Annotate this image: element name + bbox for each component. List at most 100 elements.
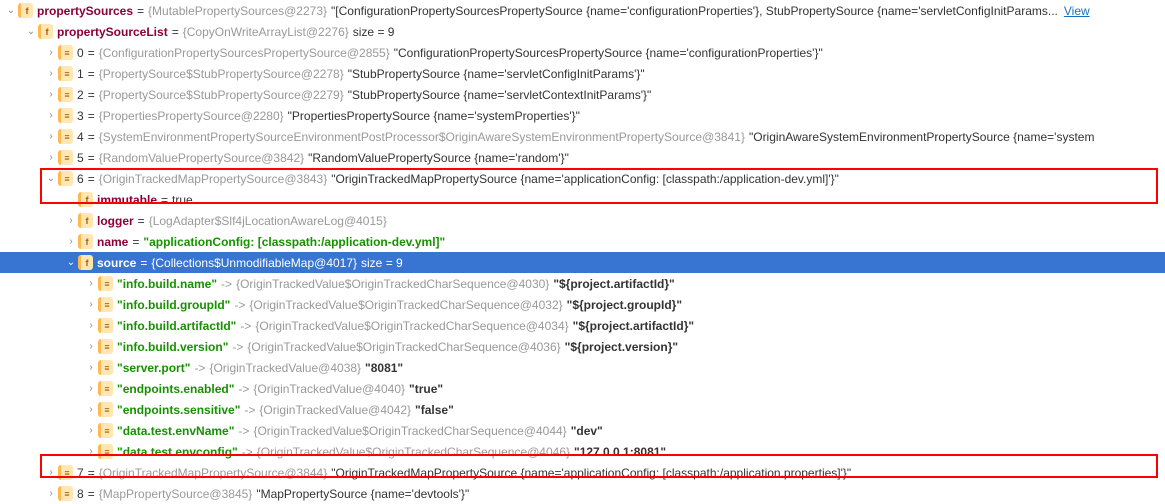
array-item-icon: ≡	[58, 108, 73, 123]
map-entry[interactable]: ›≡"data.test.envName"->{OriginTrackedVal…	[0, 420, 1165, 441]
map-entry[interactable]: ›≡"endpoints.sensitive"->{OriginTrackedV…	[0, 399, 1165, 420]
field-icon: f	[78, 213, 93, 228]
field-icon: f	[18, 3, 33, 18]
entry-key: "endpoints.enabled"	[117, 382, 234, 396]
size-text: size = 9	[353, 25, 395, 39]
array-item-icon: ≡	[58, 45, 73, 60]
chevron-down-icon[interactable]: ⌄	[24, 26, 38, 37]
value-text: "PropertiesPropertySource {name='systemP…	[288, 109, 580, 123]
object-hash: {OriginTrackedValue$OriginTrackedCharSeq…	[249, 298, 562, 312]
map-entry[interactable]: ›≡"endpoints.enabled"->{OriginTrackedVal…	[0, 378, 1165, 399]
object-hash: {OriginTrackedValue$OriginTrackedCharSeq…	[247, 340, 560, 354]
var-name: immutable	[97, 193, 157, 207]
chevron-down-icon[interactable]: ⌄	[64, 257, 78, 268]
node-source-selected[interactable]: ⌄ f source = {Collections$UnmodifiableMa…	[0, 252, 1165, 273]
chevron-right-icon[interactable]: ›	[64, 215, 78, 226]
map-entry[interactable]: ›≡"data.test.envconfig"->{OriginTrackedV…	[0, 441, 1165, 462]
chevron-right-icon[interactable]: ›	[84, 425, 98, 436]
entry-key: "info.build.groupId"	[117, 298, 230, 312]
chevron-right-icon[interactable]: ›	[44, 89, 58, 100]
array-item-icon: ≡	[58, 171, 73, 186]
node-item-5[interactable]: ›≡5={RandomValuePropertySource@3842}"Ran…	[0, 147, 1165, 168]
object-hash: {OriginTrackedValue$OriginTrackedCharSeq…	[253, 424, 566, 438]
chevron-right-icon[interactable]: ›	[44, 110, 58, 121]
arrow-map-icon: ->	[244, 403, 255, 417]
node-item-6[interactable]: ⌄ ≡ 6 = {OriginTrackedMapPropertySource@…	[0, 168, 1165, 189]
node-propertySourceList[interactable]: ⌄ f propertySourceList = {CopyOnWriteArr…	[0, 21, 1165, 42]
map-entry[interactable]: ›≡"server.port"->{OriginTrackedValue@403…	[0, 357, 1165, 378]
array-item-icon: ≡	[58, 486, 73, 501]
node-logger[interactable]: › f logger = {LogAdapter$Slf4jLocationAw…	[0, 210, 1165, 231]
map-entry-icon: ≡	[98, 276, 113, 291]
chevron-right-icon[interactable]: ›	[44, 68, 58, 79]
node-item-0[interactable]: ›≡0={ConfigurationPropertySourcesPropert…	[0, 42, 1165, 63]
map-entry-icon: ≡	[98, 381, 113, 396]
chevron-right-icon[interactable]: ›	[44, 47, 58, 58]
var-name: source	[97, 256, 136, 270]
arrow-map-icon: ->	[240, 319, 251, 333]
entry-value: "8081"	[365, 361, 403, 375]
chevron-down-icon[interactable]: ⌄	[4, 5, 18, 16]
object-hash: {OriginTrackedMapPropertySource@3843}	[99, 172, 328, 186]
node-item-1[interactable]: ›≡1={PropertySource$StubPropertySource@2…	[0, 63, 1165, 84]
size-text: size = 9	[361, 256, 403, 270]
chevron-right-icon[interactable]: ›	[44, 488, 58, 499]
map-entry-icon: ≡	[98, 402, 113, 417]
arrow-map-icon: ->	[232, 340, 243, 354]
index: 4	[77, 130, 84, 144]
chevron-right-icon[interactable]: ›	[64, 236, 78, 247]
arrow-map-icon: ->	[242, 445, 253, 459]
index: 8	[77, 487, 84, 501]
arrow-map-icon: ->	[194, 361, 205, 375]
object-hash: {PropertySource$StubPropertySource@2279}	[99, 88, 344, 102]
map-entry[interactable]: ›≡"info.build.name"->{OriginTrackedValue…	[0, 273, 1165, 294]
index: 1	[77, 67, 84, 81]
arrow-map-icon: ->	[238, 424, 249, 438]
node-name[interactable]: › f name = "applicationConfig: [classpat…	[0, 231, 1165, 252]
value-text: "[ConfigurationPropertySourcesPropertySo…	[331, 4, 1058, 18]
node-item-7[interactable]: › ≡ 7 = {OriginTrackedMapPropertySource@…	[0, 462, 1165, 483]
node-item-4[interactable]: ›≡4={SystemEnvironmentPropertySourceEnvi…	[0, 126, 1165, 147]
object-hash: {CopyOnWriteArrayList@2276}	[183, 25, 349, 39]
chevron-right-icon[interactable]: ›	[44, 131, 58, 142]
array-item-icon: ≡	[58, 465, 73, 480]
chevron-down-icon[interactable]: ⌄	[44, 173, 58, 184]
chevron-right-icon[interactable]: ›	[44, 467, 58, 478]
var-name: propertySources	[37, 4, 133, 18]
chevron-right-icon[interactable]: ›	[44, 152, 58, 163]
chevron-right-icon[interactable]: ›	[84, 383, 98, 394]
map-entry[interactable]: ›≡"info.build.groupId"->{OriginTrackedVa…	[0, 294, 1165, 315]
chevron-right-icon[interactable]: ›	[84, 299, 98, 310]
field-icon: f	[78, 234, 93, 249]
chevron-right-icon[interactable]: ›	[84, 341, 98, 352]
map-entry[interactable]: ›≡"info.build.version"->{OriginTrackedVa…	[0, 336, 1165, 357]
chevron-right-icon[interactable]: ›	[84, 362, 98, 373]
index: 5	[77, 151, 84, 165]
node-item-3[interactable]: ›≡3={PropertiesPropertySource@2280}"Prop…	[0, 105, 1165, 126]
value-text: "applicationConfig: [classpath:/applicat…	[143, 235, 445, 249]
index: 3	[77, 109, 84, 123]
map-entry[interactable]: ›≡"info.build.artifactId"->{OriginTracke…	[0, 315, 1165, 336]
entry-value: "${project.artifactId}"	[573, 319, 694, 333]
chevron-right-icon[interactable]: ›	[84, 446, 98, 457]
object-hash: {OriginTrackedValue$OriginTrackedCharSeq…	[257, 445, 570, 459]
value-text: "StubPropertySource {name='servletContex…	[348, 88, 652, 102]
object-hash: {OriginTrackedValue$OriginTrackedCharSeq…	[255, 319, 568, 333]
node-propertySources[interactable]: ⌄ f propertySources = {MutablePropertySo…	[0, 0, 1165, 21]
entry-key: "data.test.envName"	[117, 424, 234, 438]
object-hash: {MutablePropertySources@2273}	[148, 4, 327, 18]
node-item-8[interactable]: › ≡ 8 = {MapPropertySource@3845} "MapPro…	[0, 483, 1165, 504]
chevron-right-icon[interactable]: ›	[84, 278, 98, 289]
object-hash: {RandomValuePropertySource@3842}	[99, 151, 304, 165]
value-text: "OriginTrackedMapPropertySource {name='a…	[331, 466, 851, 480]
node-item-2[interactable]: ›≡2={PropertySource$StubPropertySource@2…	[0, 84, 1165, 105]
entry-key: "info.build.name"	[117, 277, 217, 291]
node-immutable[interactable]: f immutable = true	[0, 189, 1165, 210]
view-link[interactable]: View	[1064, 4, 1090, 18]
chevron-right-icon[interactable]: ›	[84, 320, 98, 331]
map-entry-icon: ≡	[98, 360, 113, 375]
object-hash: {MapPropertySource@3845}	[99, 487, 253, 501]
array-item-icon: ≡	[58, 87, 73, 102]
arrow-map-icon: ->	[221, 277, 232, 291]
chevron-right-icon[interactable]: ›	[84, 404, 98, 415]
